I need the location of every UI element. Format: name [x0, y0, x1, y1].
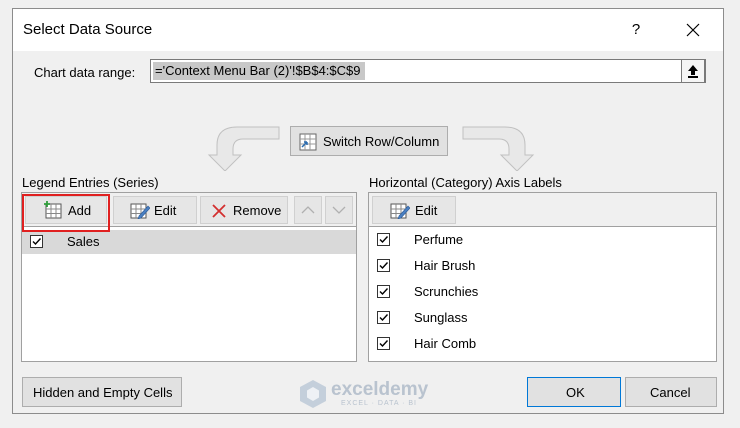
- watermark-name: exceldemy: [331, 379, 429, 400]
- axis-labels-heading: Horizontal (Category) Axis Labels: [369, 175, 562, 190]
- axis-toolbar: Edit: [369, 193, 716, 227]
- chevron-down-icon: [332, 206, 346, 214]
- remove-series-label: Remove: [233, 203, 282, 218]
- exceldemy-watermark: exceldemy EXCEL · DATA · BI: [299, 377, 449, 413]
- checkmark-icon: [379, 314, 389, 322]
- right-curved-arrow-icon: [462, 126, 535, 171]
- chevron-up-icon: [301, 206, 315, 214]
- checkmark-icon: [379, 288, 389, 296]
- series-label: Sales: [67, 234, 100, 249]
- hidden-empty-cells-button[interactable]: Hidden and Empty Cells: [22, 377, 182, 407]
- axis-label-checkbox[interactable]: [377, 259, 390, 272]
- switch-row-column-button[interactable]: Switch Row/Column: [290, 126, 448, 156]
- remove-series-button[interactable]: Remove: [200, 196, 288, 224]
- add-button-highlight: [22, 194, 110, 232]
- move-up-button[interactable]: [294, 196, 322, 224]
- legend-entries-heading: Legend Entries (Series): [22, 175, 159, 190]
- axis-label-checkbox[interactable]: [377, 285, 390, 298]
- edit-axis-labels-button[interactable]: Edit: [372, 196, 456, 224]
- remove-icon: [212, 204, 226, 218]
- axis-label-text: Scrunchies: [414, 284, 479, 299]
- axis-label-row[interactable]: Hair Comb: [369, 332, 716, 356]
- edit-series-button[interactable]: Edit: [113, 196, 197, 224]
- checkmark-icon: [379, 340, 389, 348]
- close-button[interactable]: [675, 15, 711, 45]
- cancel-button[interactable]: Cancel: [625, 377, 717, 407]
- axis-label-checkbox[interactable]: [377, 233, 390, 246]
- collapse-arrow-icon: [688, 65, 698, 78]
- close-icon: [686, 23, 700, 37]
- help-button[interactable]: ?: [621, 15, 651, 45]
- edit-table-icon: [390, 203, 410, 219]
- title-bar: Select Data Source ?: [13, 9, 723, 51]
- axis-label-row[interactable]: Scrunchies: [369, 280, 716, 304]
- ok-button[interactable]: OK: [527, 377, 621, 407]
- chart-range-label: Chart data range:: [34, 65, 136, 80]
- switch-row-column-label: Switch Row/Column: [323, 134, 440, 149]
- left-curved-arrow-icon: [207, 126, 280, 171]
- axis-label-text: Hair Brush: [414, 258, 476, 273]
- cancel-label: Cancel: [650, 385, 691, 400]
- exceldemy-logo-icon: [300, 380, 326, 408]
- edit-table-icon: [130, 203, 150, 219]
- series-row[interactable]: Sales: [22, 230, 356, 254]
- axis-label-text: Perfume: [414, 232, 464, 247]
- checkmark-icon: [32, 238, 42, 246]
- ok-label: OK: [566, 385, 585, 400]
- collapse-dialog-button[interactable]: [681, 59, 705, 83]
- axis-label-row[interactable]: Hair Brush: [369, 254, 716, 278]
- checkmark-icon: [379, 236, 389, 244]
- chart-range-value: ='Context Menu Bar (2)'!$B$4:$C$9: [153, 62, 365, 80]
- move-down-button[interactable]: [325, 196, 353, 224]
- checkmark-icon: [379, 262, 389, 270]
- dialog-title: Select Data Source: [23, 21, 153, 38]
- chart-range-input[interactable]: ='Context Menu Bar (2)'!$B$4:$C$9: [150, 59, 706, 83]
- series-checkbox[interactable]: [30, 235, 43, 248]
- axis-label-row[interactable]: Perfume: [369, 228, 716, 252]
- axis-label-text: Sunglass: [414, 310, 468, 325]
- edit-axis-labels-label: Edit: [415, 203, 438, 218]
- hidden-empty-cells-label: Hidden and Empty Cells: [33, 385, 173, 400]
- axis-label-row[interactable]: Sunglass: [369, 306, 716, 330]
- switch-row-column-icon: [299, 133, 317, 151]
- axis-labels-panel: Edit Perfume Hair Brush Scrunchies Sungl…: [368, 192, 717, 362]
- edit-series-label: Edit: [154, 203, 177, 218]
- axis-label-checkbox[interactable]: [377, 311, 390, 324]
- help-icon: ?: [631, 21, 641, 38]
- axis-label-text: Hair Comb: [414, 336, 477, 351]
- axis-label-checkbox[interactable]: [377, 337, 390, 350]
- select-data-source-dialog: Select Data Source ? Chart data range: =…: [12, 8, 724, 414]
- watermark-tagline: EXCEL · DATA · BI: [341, 400, 417, 407]
